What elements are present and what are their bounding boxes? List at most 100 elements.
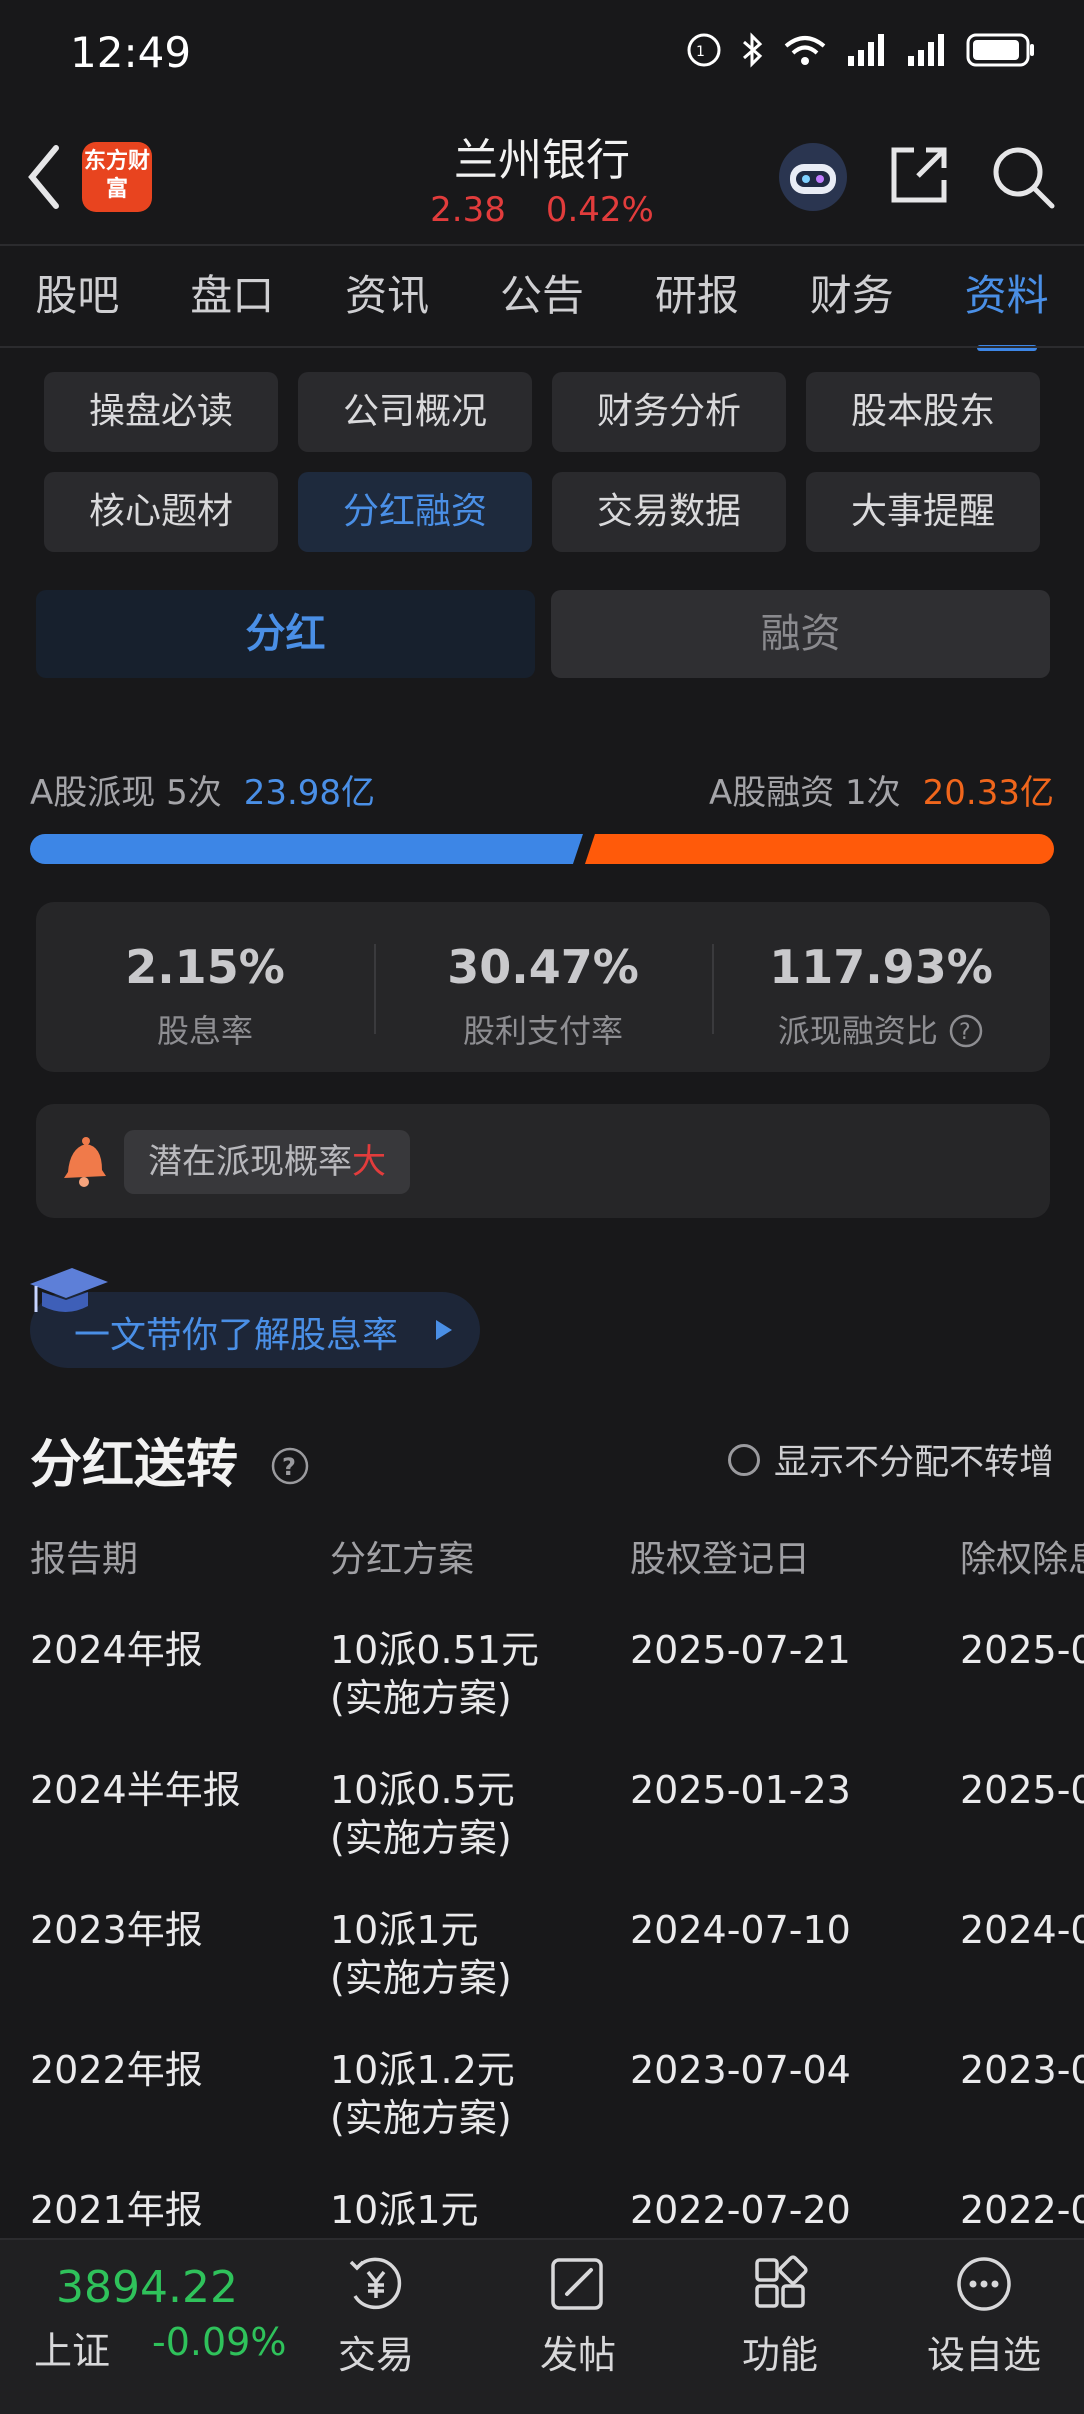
bell-icon — [64, 1137, 106, 1187]
sub-nav-grid: 操盘必读 公司概况 财务分析 股本股东 核心题材 分红融资 交易数据 大事提醒 — [44, 372, 1040, 552]
learn-link-text: 一文带你了解股息率 — [74, 1315, 399, 1356]
segment-dividend[interactable]: 分红 — [36, 590, 535, 678]
cell-signal-2-icon — [908, 34, 944, 66]
header-divider — [0, 244, 1084, 246]
main-tabs: 股吧 盘口 资讯 公告 研报 财务 资料 — [0, 262, 1084, 351]
index-name: 上证 — [34, 2329, 111, 2373]
nav-post[interactable]: 发帖 — [498, 2254, 658, 2379]
bottom-bar: 3894.22 上证 -0.09% 交易 发帖 功能 设自选 — [0, 2238, 1084, 2414]
stock-price: 2.38 — [430, 190, 506, 230]
cell-ex-date: 2024-07-11 — [960, 1908, 1084, 1952]
edit-icon — [551, 2258, 603, 2310]
segment-control: 分红 融资 — [36, 590, 1050, 678]
nav-functions[interactable]: 功能 — [700, 2254, 860, 2379]
wifi-icon — [784, 36, 826, 65]
show-no-distribution-toggle[interactable]: 显示不分配不转增 — [727, 1434, 1054, 1485]
sub-button-core-themes[interactable]: 核心题材 — [44, 472, 278, 552]
financing-summary-value: 20.33亿 — [922, 773, 1054, 813]
stat-label: 派现融资比 ? — [712, 1006, 1050, 1052]
section-title: 分红送转 ? — [30, 1422, 310, 1497]
svg-text:?: ? — [959, 1020, 971, 1045]
stat-value: 2.15% — [125, 940, 285, 994]
graduation-cap-icon — [30, 1268, 108, 1312]
cell-registration-date: 2024-07-10 — [630, 1908, 851, 1952]
stat-label: 股利支付率 — [462, 1012, 623, 1050]
stat-label-text: 派现融资比 — [777, 1012, 938, 1050]
cell-registration-date: 2025-01-23 — [630, 1768, 851, 1812]
tab-news[interactable]: 资讯 — [310, 262, 465, 323]
sub-button-financial-analysis[interactable]: 财务分析 — [552, 372, 786, 452]
cell-signal-icon — [848, 34, 884, 66]
dividend-summary-label: A股派现 5次 — [30, 773, 222, 813]
plan-text: 10派1.2元 — [330, 2048, 515, 2092]
cell-registration-date: 2022-07-20 — [630, 2188, 851, 2232]
sub-button-dividend-financing[interactable]: 分红融资 — [298, 472, 532, 552]
nav-label: 功能 — [741, 2333, 818, 2377]
plan-text: 10派1元 — [330, 2188, 479, 2232]
cell-ex-date: 2025-01-24 — [960, 1768, 1084, 1812]
cell-period: 2021年报 — [30, 2188, 203, 2232]
cell-ex-date: 2025-07-22 — [960, 1628, 1084, 1672]
stock-change: 0.42% — [545, 190, 654, 230]
help-icon[interactable]: ? — [270, 1446, 310, 1486]
help-icon[interactable]: ? — [948, 1013, 984, 1049]
cell-ex-date: 2022-07-21 — [960, 2188, 1084, 2232]
play-arrow-icon — [436, 1320, 452, 1340]
sub-button-company-overview[interactable]: 公司概况 — [298, 372, 532, 452]
stat-dividend-financing-ratio: 117.93% 派现融资比 ? — [712, 902, 1050, 1072]
sub-button-events[interactable]: 大事提醒 — [806, 472, 1040, 552]
plan-note: (实施方案) — [330, 1676, 512, 1720]
plan-note: (实施方案) — [330, 1956, 512, 2000]
share-icon[interactable] — [888, 144, 950, 206]
index-change: -0.09% — [152, 2320, 287, 2364]
search-icon[interactable] — [990, 144, 1056, 210]
segment-financing[interactable]: 融资 — [551, 590, 1050, 678]
financing-summary: A股融资 1次 20.33亿 — [709, 765, 1054, 814]
plan-note: (实施方案) — [330, 2096, 512, 2140]
sub-button-shareholders[interactable]: 股本股东 — [806, 372, 1040, 452]
financing-summary-label: A股融资 1次 — [708, 773, 901, 813]
nav-label: 发帖 — [539, 2333, 616, 2377]
tab-announcements[interactable]: 公告 — [465, 262, 620, 323]
tab-guba[interactable]: 股吧 — [0, 262, 155, 323]
tab-research[interactable]: 研报 — [619, 262, 774, 323]
nav-trade[interactable]: 交易 — [296, 2254, 456, 2379]
svg-text:?: ? — [282, 1453, 296, 1481]
table-row[interactable]: 2024年报 10派0.51元(实施方案) 2025-07-21 2025-07… — [0, 1626, 1084, 1766]
cell-plan: 10派0.5元 (实施方案) — [330, 1766, 515, 1862]
nav-add-watchlist[interactable]: 设自选 — [904, 2254, 1064, 2379]
status-icons: 1 — [686, 32, 1036, 68]
tab-profile[interactable]: 资料 — [929, 262, 1084, 351]
tab-finance[interactable]: 财务 — [774, 262, 929, 323]
cell-period: 2023年报 — [30, 1908, 203, 1952]
table-row[interactable]: 2023年报 10派1元(实施方案) 2024-07-10 2024-07-11 — [0, 1906, 1084, 2046]
toggle-label: 显示不分配不转增 — [773, 1443, 1054, 1483]
plan-text: 10派0.5元 — [330, 1768, 515, 1812]
table-row[interactable]: 2021年报 10派1元 2022-07-20 2022-07-21 — [0, 2186, 1084, 2238]
status-time: 12:49 — [70, 28, 192, 77]
index-value: 3894.22 — [56, 2262, 238, 2313]
table-row[interactable]: 2024半年报 10派0.5元(实施方案) 2025-01-23 2025-01… — [0, 1766, 1084, 1906]
cell-plan: 10派1元 — [330, 2186, 479, 2234]
robot-assistant-icon[interactable] — [776, 140, 850, 214]
dividend-probability-level: 大 — [352, 1142, 386, 1182]
radio-button[interactable] — [727, 1443, 760, 1476]
financing-bar-segment — [584, 834, 1054, 864]
plan-text: 10派1元 — [330, 1908, 479, 1952]
table-header-period: 报告期 — [30, 1539, 139, 1580]
grid-icon — [755, 2255, 808, 2308]
sub-button-trading-guide[interactable]: 操盘必读 — [44, 372, 278, 452]
table-header-registration-date: 股权登记日 — [630, 1539, 811, 1580]
dividend-stats-card: 2.15% 股息率 30.47% 股利支付率 117.93% 派现融资比 ? — [36, 902, 1050, 1072]
plan-text: 10派0.51元 — [330, 1628, 539, 1672]
dividend-summary-value: 23.98亿 — [243, 773, 376, 813]
cell-period: 2024年报 — [30, 1628, 203, 1672]
nav-label: 设自选 — [926, 2333, 1041, 2377]
dividend-bar-segment — [30, 834, 583, 864]
nav-label: 交易 — [337, 2333, 414, 2377]
signal-hd-icon: 1 — [687, 33, 721, 67]
table-row[interactable]: 2022年报 10派1.2元(实施方案) 2023-07-04 2023-07-… — [0, 2046, 1084, 2186]
bluetooth-icon — [743, 32, 763, 68]
sub-button-trading-data[interactable]: 交易数据 — [552, 472, 786, 552]
tab-pankou[interactable]: 盘口 — [155, 262, 310, 323]
